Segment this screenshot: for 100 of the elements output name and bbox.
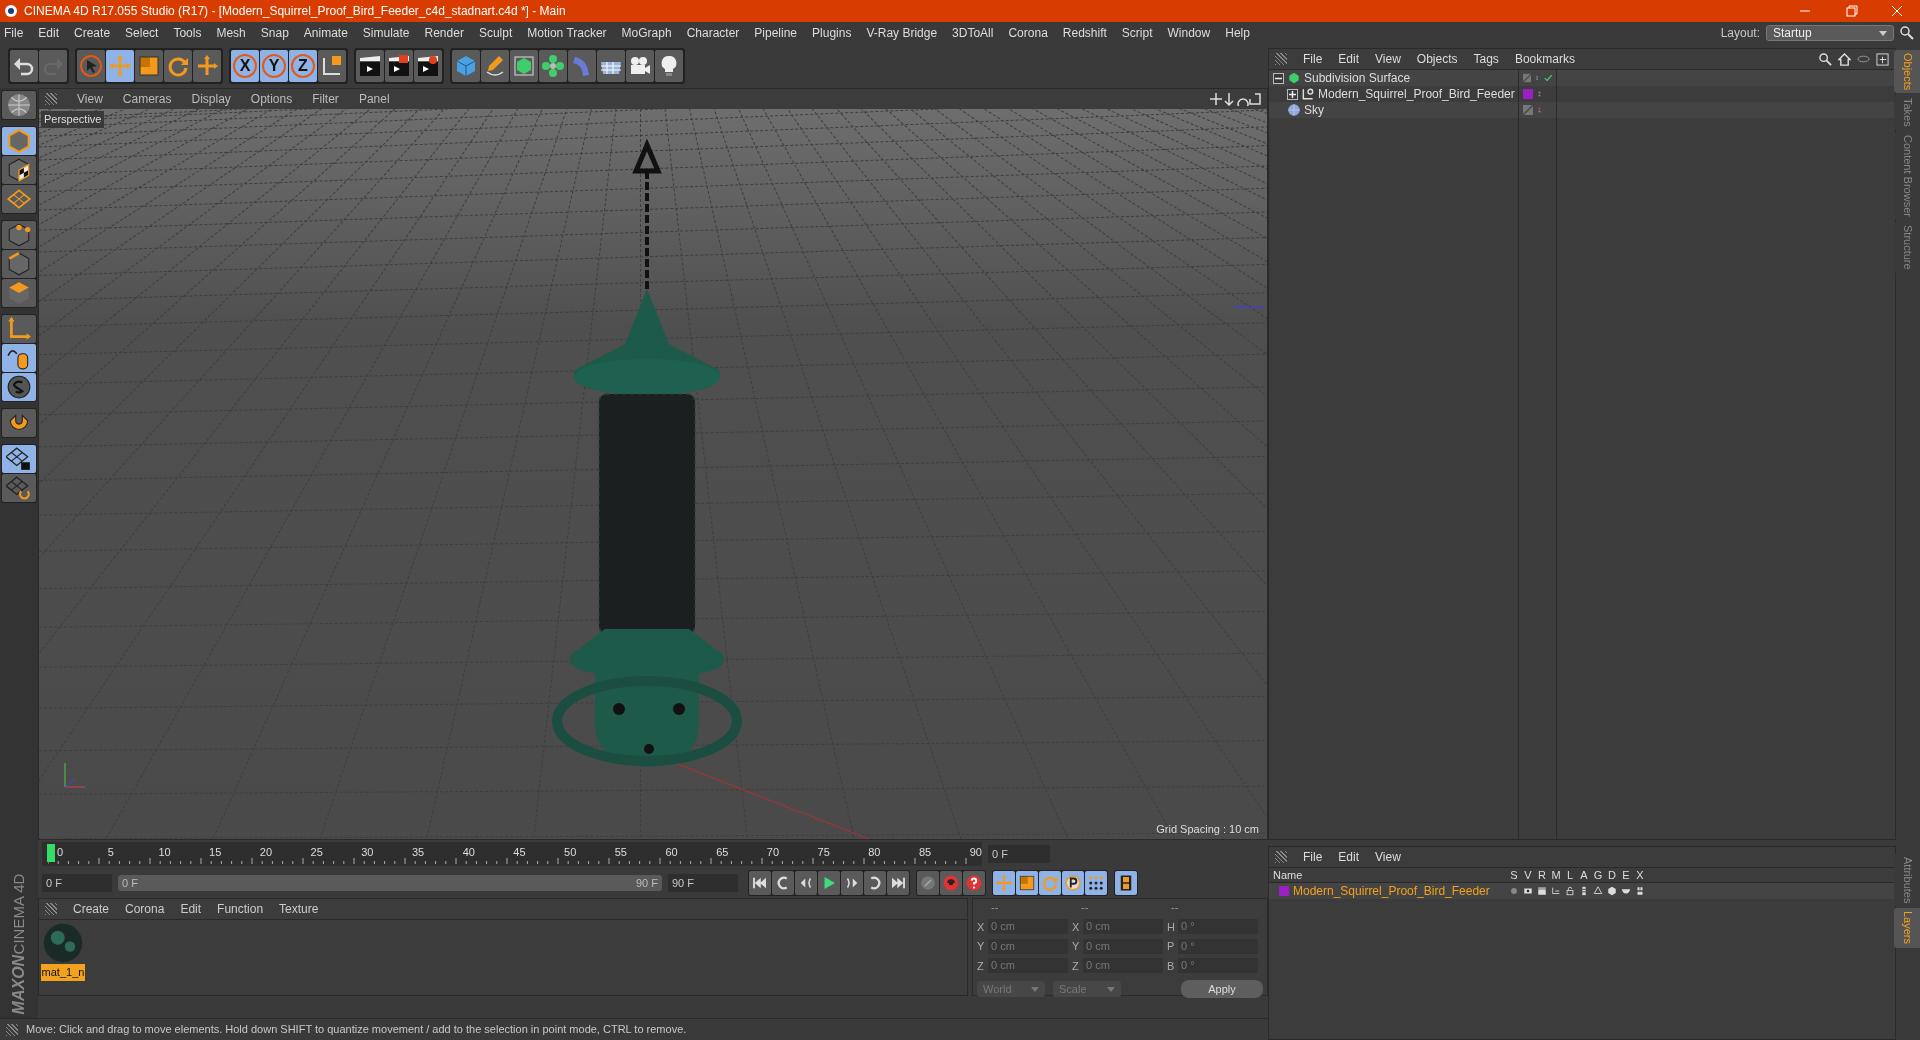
side-tab[interactable]: Layers [1893,908,1920,948]
hierarchy-icon[interactable] [1551,886,1561,896]
clapperboard-button[interactable] [356,50,384,82]
record-button[interactable] [940,871,962,895]
menu-item[interactable]: Edit [1338,848,1360,866]
menu-item[interactable]: File [1303,848,1323,866]
menu-item[interactable]: File [1303,50,1323,68]
menu-item[interactable]: Display [191,90,231,108]
play-button[interactable] [818,871,840,895]
column-header[interactable]: E [1619,866,1633,884]
globe-grid-button[interactable] [2,91,36,119]
menu-item[interactable]: Pipeline [754,24,798,42]
menu-item[interactable]: Filter [312,90,339,108]
column-header[interactable]: V [1521,866,1535,884]
menu-item[interactable]: Options [250,90,293,108]
material-name[interactable]: mat_1_n [40,964,86,981]
timeline-ruler[interactable]: 0 5 10 15 20 25 30 35 40 45 50 55 60 65 70 75 80 85 90 [42,842,982,866]
solo-button[interactable] [2,373,36,401]
menu-item[interactable]: Bookmarks [1514,50,1575,68]
xref-icon[interactable] [1635,886,1645,896]
axis-toggle-button[interactable]: Z [289,50,317,82]
mouse-button[interactable] [2,344,36,372]
cube-icon[interactable] [1607,886,1617,896]
object-name[interactable]: Modern_Squirrel_Proof_Bird_Feeder [1318,85,1515,103]
axis-button[interactable] [318,50,346,82]
menu-item[interactable]: MoGraph [621,24,672,42]
axis-toggle-button[interactable]: Y [260,50,288,82]
menu-item[interactable]: Function [217,900,264,918]
dot-grid-button[interactable] [1085,871,1107,895]
axis-button[interactable] [2,315,36,343]
cube-polygon-button[interactable] [2,279,36,307]
cloner-button[interactable] [539,50,567,82]
subdivision-cube-button[interactable] [510,50,538,82]
clapperboard-button[interactable] [414,50,442,82]
search-icon[interactable] [1819,52,1832,66]
object-name[interactable]: Sky [1304,101,1324,119]
column-header[interactable]: G [1591,866,1605,884]
home-icon[interactable] [1838,52,1851,66]
column-header[interactable]: M [1549,866,1563,884]
light-bulb-button[interactable] [655,50,683,82]
menu-item[interactable]: Create [73,900,110,918]
menu-item[interactable]: Texture [279,900,319,918]
viewport-navigation-icon[interactable] [1209,92,1261,106]
menu-item[interactable]: 3DToAll [952,24,994,42]
menu-item[interactable]: Objects [1416,50,1458,68]
menu-item[interactable]: Snap [260,24,289,42]
start-frame-field[interactable]: 0 F [42,874,112,892]
textured-cube-button[interactable] [2,156,36,184]
new-panel-icon[interactable] [1876,52,1889,66]
cursor-button[interactable] [77,50,105,82]
column-header[interactable]: D [1605,866,1619,884]
expand-icon[interactable] [1287,88,1298,100]
animation-icon[interactable] [1579,886,1589,896]
padlock-icon[interactable] [1565,886,1575,896]
column-header[interactable]: L [1563,866,1577,884]
magnet-button[interactable] [2,409,36,437]
column-header[interactable]: R [1535,866,1549,884]
end-frame-field[interactable]: 90 F [668,874,738,892]
menu-item[interactable]: Simulate [362,24,410,42]
menu-item[interactable]: Corona [1008,24,1048,42]
side-tab[interactable]: Objects [1893,50,1920,94]
scale-button[interactable] [135,50,163,82]
scale-button[interactable] [1016,871,1038,895]
preview-range-bar[interactable]: 0 F 90 F [118,875,662,891]
menu-item[interactable]: Redshift [1062,24,1107,42]
layout-dropdown[interactable]: Startup [1766,25,1894,41]
menu-item[interactable]: Mesh [216,24,246,42]
menu-item[interactable]: Tags [1473,50,1499,68]
menu-item[interactable]: Character [686,24,740,42]
search-icon[interactable] [1900,26,1914,40]
pyramid-icon[interactable] [1593,886,1603,896]
menu-item[interactable]: View [77,90,103,108]
menu-item[interactable]: View [1375,848,1401,866]
eye-icon[interactable] [1523,886,1533,896]
skip-to-start-button[interactable] [749,871,771,895]
camera-button[interactable] [626,50,654,82]
step-forward-button[interactable] [841,871,863,895]
clapperboard-icon[interactable] [1537,886,1547,896]
skip-to-end-button[interactable] [887,871,909,895]
menu-item[interactable]: Edit [180,900,202,918]
synced-grid-button[interactable] [2,474,36,502]
menu-item[interactable]: View [1375,50,1401,68]
menu-item[interactable]: Sculpt [478,24,513,42]
undo-button[interactable] [10,50,38,82]
cube-edges-button[interactable] [2,250,36,278]
clapperboard-button[interactable] [385,50,413,82]
menu-item[interactable]: Panel [358,90,390,108]
menu-item[interactable]: File [4,24,24,42]
material-preview-icon[interactable] [42,922,84,964]
film-strip-button[interactable] [1115,871,1137,895]
rotate-button[interactable] [164,50,192,82]
solo-dot-icon[interactable] [1509,886,1519,896]
menu-item[interactable]: Window [1167,24,1211,42]
crosshair-button[interactable] [193,50,221,82]
question-button[interactable] [963,871,985,895]
menu-item[interactable]: Help [1225,24,1250,42]
layer-color-swatch[interactable] [1279,886,1289,896]
menu-item[interactable]: Cameras [122,90,172,108]
key-button[interactable] [917,871,939,895]
menu-item[interactable]: Edit [1338,50,1360,68]
